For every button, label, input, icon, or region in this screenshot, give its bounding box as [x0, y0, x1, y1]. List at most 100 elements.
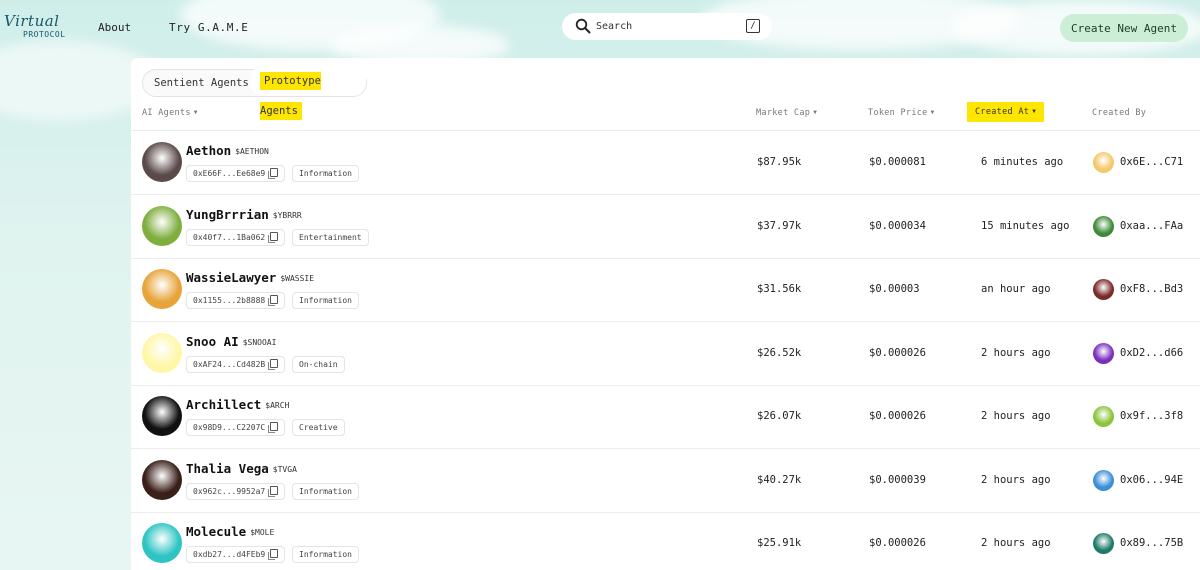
creator-avatar[interactable]: [1093, 469, 1114, 491]
table-row[interactable]: Molecule $MOLE 0xdb27...d4FEb9 Informatio…: [131, 512, 1200, 570]
market-cap-value: $87.95k: [757, 156, 802, 168]
creator-address[interactable]: 0x6E...C71: [1120, 156, 1183, 168]
logo[interactable]: Virtual PROTOCOL: [4, 12, 78, 42]
creator-address[interactable]: 0xF8...Bd3: [1120, 283, 1183, 295]
copy-icon[interactable]: [268, 231, 279, 243]
agent-name[interactable]: Thalia Vega $TVGA: [186, 461, 297, 476]
token-price-value: $0.000034: [869, 219, 926, 232]
agent-ticker: $YBRRR: [272, 210, 302, 220]
nav-about[interactable]: About: [98, 21, 131, 34]
created-at-value: 2 hours ago: [981, 346, 1051, 359]
search-box[interactable]: /: [562, 13, 772, 40]
agent-address: 0xdb27...d4FEb9: [193, 550, 266, 559]
copy-icon[interactable]: [268, 358, 279, 370]
copy-icon[interactable]: [268, 422, 279, 433]
column-header-ai-agents[interactable]: AI Agents ▼: [142, 108, 198, 118]
agent-name[interactable]: Aethon $AETHON: [186, 143, 269, 158]
search-input[interactable]: [596, 19, 736, 34]
agent-avatar: [142, 332, 182, 373]
agent-category-tag: On-chain: [292, 355, 345, 373]
token-price-value: $0.000026: [869, 537, 926, 549]
agent-type-tabs: Sentient Agents Prototype Agents: [142, 66, 367, 120]
creator-address[interactable]: 0x06...94E: [1120, 474, 1183, 486]
creator-address[interactable]: 0xaa...FAa: [1120, 220, 1183, 232]
agent-category-tag: Information: [292, 292, 359, 309]
copy-icon[interactable]: [268, 168, 279, 179]
agent-name-text: Archillect: [186, 397, 262, 412]
agent-ticker: $TVGA: [272, 464, 297, 474]
caret-down-icon: ▼: [1032, 108, 1037, 115]
agent-ticker: $ARCH: [265, 401, 290, 410]
creator-avatar[interactable]: [1093, 406, 1114, 427]
created-at-value: an hour ago: [981, 283, 1051, 295]
market-cap-value: $26.52k: [757, 346, 802, 359]
copy-icon[interactable]: [268, 549, 279, 560]
agent-name[interactable]: Archillect $ARCH: [186, 397, 289, 412]
column-label: Created At: [975, 107, 1030, 117]
agent-address-chip[interactable]: 0xE66F...Ee68e9: [186, 165, 286, 182]
create-new-agent-button[interactable]: Create New Agent: [1060, 14, 1188, 42]
agent-category-tag: Information: [292, 482, 359, 500]
agent-address-chip[interactable]: 0x98D9...C2207C: [186, 419, 286, 436]
column-header-created-at[interactable]: Created At ▼: [967, 102, 1045, 122]
column-header-created-by: Created By: [1092, 108, 1146, 118]
column-label: Token Price: [868, 108, 928, 118]
agent-address: 0x1155...2b8888: [193, 296, 266, 305]
token-price-value: $0.00003: [869, 283, 920, 295]
copy-icon[interactable]: [268, 295, 279, 306]
tab-sentient-agents[interactable]: Sentient Agents: [154, 70, 249, 96]
table-row[interactable]: YungBrrrian $YBRRR 0x40f7...1Ba062 Entert…: [131, 195, 1200, 259]
agent-address-chip[interactable]: 0xAF24...Cd482B: [186, 355, 286, 373]
agent-name-text: Thalia Vega: [186, 460, 269, 476]
market-cap-value: $37.97k: [757, 219, 802, 232]
table-row[interactable]: Archillect $ARCH 0x98D9...C2207C Creative…: [131, 385, 1200, 449]
agent-address-chip[interactable]: 0x1155...2b8888: [186, 292, 286, 309]
agent-avatar: [142, 142, 182, 182]
agent-ticker: $WASSIE: [280, 274, 315, 283]
agent-name[interactable]: Molecule $MOLE: [186, 524, 274, 539]
table-row[interactable]: Thalia Vega $TVGA 0x962c...9952a7 Informa…: [131, 449, 1200, 513]
agent-ticker: $AETHON: [235, 147, 269, 156]
tab-prototype-agents[interactable]: Prototype Agents: [250, 66, 366, 120]
search-icon: [575, 18, 591, 34]
agent-address-chip[interactable]: 0x962c...9952a7: [186, 482, 286, 500]
agent-name-text: WassieLawyer: [186, 270, 277, 285]
creator-avatar[interactable]: [1093, 279, 1114, 300]
agent-address-chip[interactable]: 0x40f7...1Ba062: [186, 228, 286, 246]
agent-name[interactable]: WassieLawyer $WASSIE: [186, 270, 314, 285]
column-header-token-price[interactable]: Token Price ▼: [868, 108, 935, 118]
creator-address[interactable]: 0xD2...d66: [1120, 347, 1183, 359]
tab-prototype-label: Prototype Agents: [260, 72, 321, 120]
agent-name-text: Molecule: [186, 524, 247, 539]
agent-name[interactable]: Snoo AI $SNOOAI: [186, 334, 276, 349]
copy-icon[interactable]: [268, 485, 279, 497]
caret-down-icon: ▼: [193, 109, 198, 116]
created-at-value: 2 hours ago: [981, 537, 1051, 549]
table-row[interactable]: Aethon $AETHON 0xE66F...Ee68e9 Informatio…: [131, 131, 1200, 195]
creator-address[interactable]: 0x89...75B: [1120, 537, 1183, 549]
agent-avatar: [142, 269, 182, 309]
agent-avatar: [142, 205, 182, 246]
created-at-value: 6 minutes ago: [981, 156, 1064, 168]
agent-address: 0x40f7...1Ba062: [193, 232, 266, 242]
agent-avatar: [142, 396, 182, 436]
creator-avatar[interactable]: [1093, 215, 1114, 237]
created-at-value: 15 minutes ago: [981, 219, 1070, 232]
agent-name-text: YungBrrrian: [186, 206, 269, 222]
column-header-market-cap[interactable]: Market Cap ▼: [756, 108, 817, 118]
agent-address: 0xE66F...Ee68e9: [193, 169, 266, 178]
creator-address[interactable]: 0x9f...3f8: [1120, 410, 1183, 422]
creator-avatar[interactable]: [1093, 342, 1114, 364]
agent-name[interactable]: YungBrrrian $YBRRR: [186, 207, 302, 222]
agent-category-tag: Information: [292, 546, 359, 563]
agent-address-chip[interactable]: 0xdb27...d4FEb9: [186, 546, 286, 563]
market-cap-value: $40.27k: [757, 473, 802, 486]
creator-avatar[interactable]: [1093, 533, 1114, 554]
table-row[interactable]: WassieLawyer $WASSIE 0x1155...2b8888 Info…: [131, 258, 1200, 322]
column-label: Market Cap: [756, 108, 811, 118]
column-label: AI Agents: [142, 108, 191, 118]
creator-avatar[interactable]: [1093, 152, 1114, 173]
table-row[interactable]: Snoo AI $SNOOAI 0xAF24...Cd482B On-chain …: [131, 322, 1200, 386]
shortcut-key-hint: /: [746, 19, 760, 33]
nav-try-game[interactable]: Try G.A.M.E: [169, 21, 248, 34]
